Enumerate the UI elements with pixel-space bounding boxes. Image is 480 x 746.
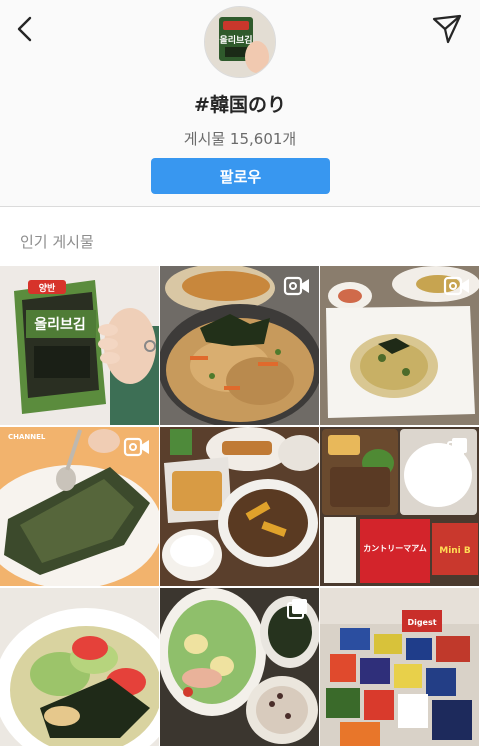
pack-label: 올리브김 <box>34 316 86 333</box>
follow-button[interactable]: 팔로우 <box>151 158 330 194</box>
avatar-pack-label: 올리브김 <box>219 34 252 46</box>
post-meal-set[interactable] <box>160 588 319 746</box>
post-salad-bowl[interactable] <box>0 588 159 746</box>
snack-label-country-maam: カントリーマアム <box>363 544 426 553</box>
video-icon <box>123 437 149 457</box>
hashtag-avatar: 올리브김 <box>204 6 276 78</box>
dinner-table-photo <box>160 427 319 586</box>
header-divider <box>0 206 480 207</box>
post-seaweed-spoon[interactable]: CHANNEL <box>0 427 159 586</box>
video-icon <box>283 276 309 296</box>
hashtag-title: #韓国のり <box>194 94 286 116</box>
snack-label-mini-b: Mini B <box>439 546 471 556</box>
snack-haul-photo: Digest <box>320 588 479 746</box>
carousel-icon <box>287 599 307 619</box>
paper-plane-icon <box>432 14 462 44</box>
salad-bowl-photo <box>0 588 159 746</box>
share-button[interactable] <box>430 12 464 46</box>
pack-brand-label: 양반 <box>39 282 56 294</box>
chevron-left-icon <box>17 16 32 42</box>
top-posts-title: 인기 게시물 <box>20 233 94 251</box>
post-fried-rice-seaweed[interactable] <box>160 266 319 425</box>
post-rice-omelet-plate[interactable] <box>320 266 479 425</box>
video-icon <box>443 276 469 296</box>
post-snack-haul[interactable]: Digest <box>320 588 479 746</box>
post-seaweed-pack[interactable]: 양반 올리브김 <box>0 266 159 425</box>
back-button[interactable] <box>10 12 42 46</box>
post-bento-snacks[interactable]: カントリーマアム Mini B <box>320 427 479 586</box>
channel-watermark: CHANNEL <box>8 433 46 441</box>
carousel-icon <box>447 438 467 458</box>
post-count: 게시물 15,601개 <box>183 130 297 148</box>
snack-label-digest: Digest <box>407 618 436 627</box>
post-dinner-table[interactable] <box>160 427 319 586</box>
hashtag-header: 올리브김 #韓国のり 게시물 15,601개 팔로우 <box>0 0 480 206</box>
seaweed-pack-photo: 양반 올리브김 <box>0 266 159 425</box>
